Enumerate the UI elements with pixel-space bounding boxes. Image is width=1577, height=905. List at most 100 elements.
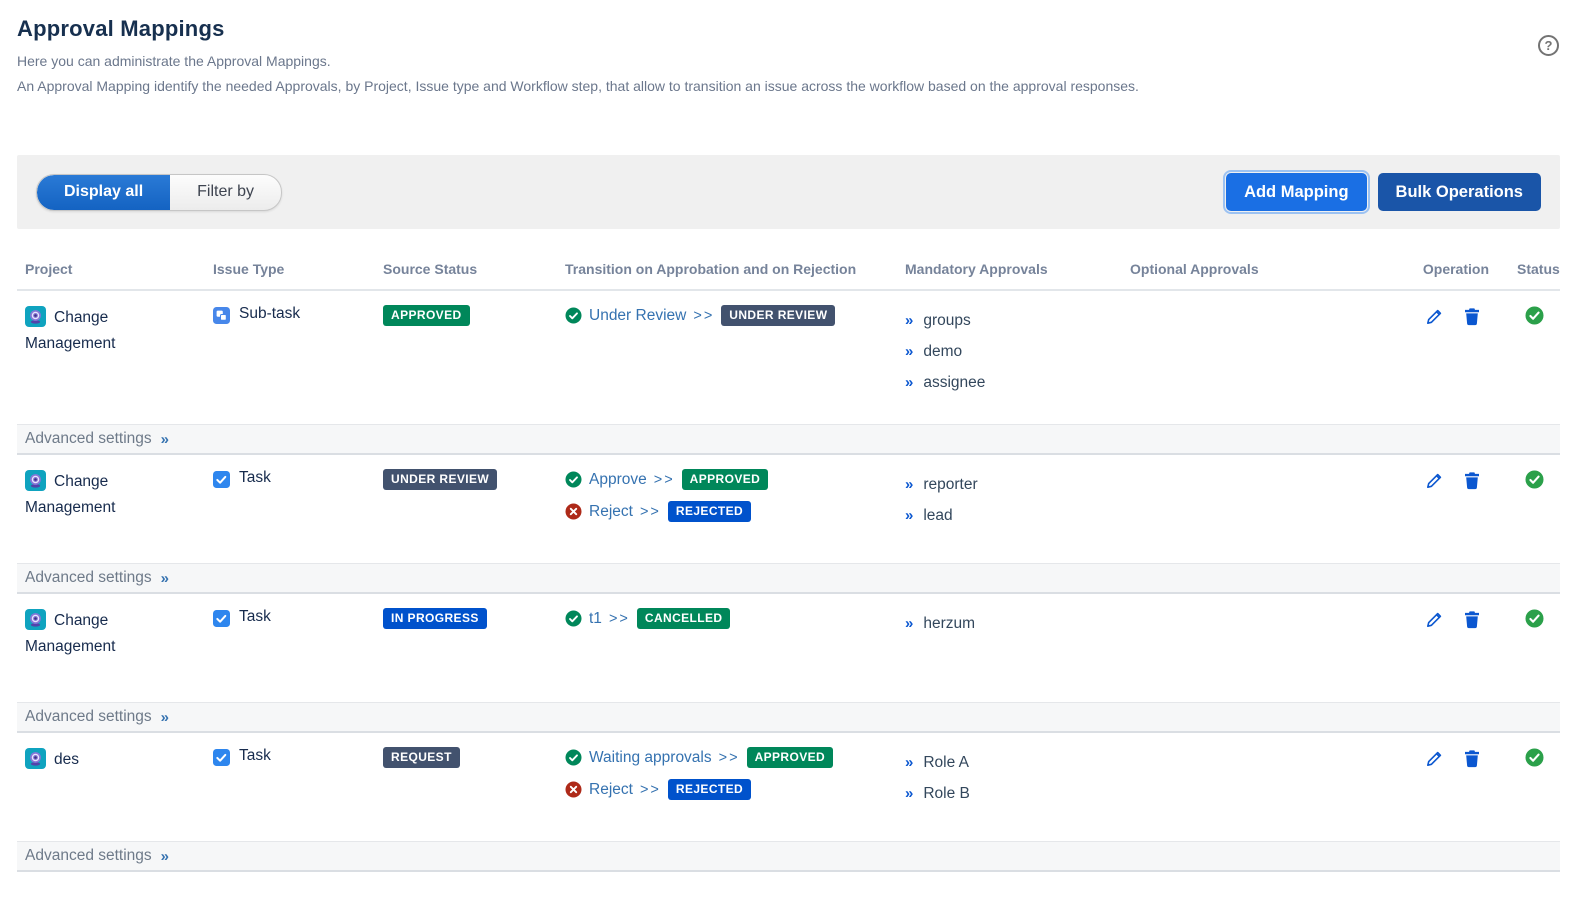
mandatory-approval-item: » groups [905, 305, 1114, 336]
column-header-mandatory-approvals: Mandatory Approvals [897, 249, 1122, 289]
transitions-cell: Approve>>APPROVEDReject>>REJECTED [557, 455, 897, 563]
column-header-issue-type: Issue Type [205, 249, 375, 289]
transition-line: Approve>>APPROVED [565, 469, 889, 490]
column-header-operation: Operation [1395, 249, 1497, 289]
transition-line: Under Review>>UNDER REVIEW [565, 305, 889, 326]
source-status-badge: APPROVED [383, 305, 470, 326]
mandatory-approvals-cell: »reporter»lead [897, 455, 1122, 563]
table-toolbar: Display all Filter by Add Mapping Bulk O… [17, 155, 1560, 229]
approval-name: herzum [923, 615, 975, 632]
project-avatar-icon [25, 306, 46, 327]
delete-button[interactable] [1463, 609, 1481, 629]
double-chevron-icon: » [905, 312, 913, 329]
edit-button[interactable] [1425, 306, 1444, 326]
mandatory-approval-item: » herzum [905, 608, 1114, 639]
bulk-operations-button[interactable]: Bulk Operations [1378, 173, 1541, 211]
filter-by-button[interactable]: Filter by [170, 175, 281, 210]
advanced-settings-row[interactable]: Advanced settings » [17, 563, 1560, 594]
reject-cross-icon [565, 781, 582, 798]
trash-icon [1463, 478, 1481, 493]
status-cell [1497, 455, 1560, 563]
trash-icon [1463, 617, 1481, 632]
approval-name: groups [923, 312, 970, 329]
project-cell: des [17, 733, 205, 841]
approve-check-icon [565, 307, 582, 324]
table-row: Change ManagementTaskIN PROGRESSt1>>CANC… [17, 594, 1560, 702]
issue-type-label: Task [239, 747, 271, 765]
transition-separator: >> [719, 750, 740, 766]
mandatory-approvals-cell: » herzum [897, 594, 1122, 702]
mappings-table-body: Change ManagementSub-taskAPPROVEDUnder R… [17, 291, 1560, 872]
status-check-icon [1525, 306, 1544, 398]
double-chevron-icon: » [161, 709, 169, 726]
delete-button[interactable] [1463, 306, 1481, 326]
delete-button[interactable] [1463, 470, 1481, 490]
source-status-cell: IN PROGRESS [375, 594, 557, 702]
transitions-cell: Under Review>>UNDER REVIEW [557, 291, 897, 424]
transitions-cell: Waiting approvals>>APPROVEDReject>>REJEC… [557, 733, 897, 841]
source-status-cell: APPROVED [375, 291, 557, 424]
status-cell [1497, 594, 1560, 702]
transition-link[interactable]: t1 [589, 610, 602, 628]
transition-line: Waiting approvals >> APPROVED [565, 747, 889, 768]
double-chevron-icon: » [161, 570, 169, 587]
transition-separator: >> [609, 611, 630, 627]
issue-type-label: Task [239, 469, 271, 487]
source-status-badge: IN PROGRESS [383, 608, 487, 629]
advanced-settings-row[interactable]: Advanced settings» [17, 424, 1560, 455]
transition-separator: >> [640, 782, 661, 798]
help-icon[interactable]: ? [1538, 35, 1559, 56]
advanced-settings-row[interactable]: Advanced settings» [17, 841, 1560, 872]
optional-approvals-cell [1122, 455, 1395, 563]
double-chevron-icon: » [161, 848, 169, 865]
edit-button[interactable] [1425, 470, 1444, 490]
pencil-icon [1425, 617, 1444, 632]
transition-target-badge: APPROVED [682, 469, 769, 490]
table-row: desTaskREQUESTWaiting approvals>>APPROVE… [17, 733, 1560, 841]
operation-cell [1395, 455, 1497, 563]
advanced-settings-row[interactable]: Advanced settings » [17, 702, 1560, 733]
double-chevron-icon: » [905, 615, 913, 632]
double-chevron-icon: » [905, 754, 913, 771]
transition-separator: >> [640, 504, 661, 520]
transition-line: Reject>>REJECTED [565, 501, 889, 522]
transition-target-badge: APPROVED [747, 747, 834, 768]
advanced-settings-label: Advanced settings [25, 708, 152, 726]
transition-link[interactable]: Reject [589, 503, 633, 521]
display-all-button[interactable]: Display all [37, 175, 170, 210]
advanced-settings-label: Advanced settings [25, 569, 152, 587]
column-header-status: Status [1497, 249, 1560, 289]
transition-link[interactable]: Under Review [589, 307, 686, 325]
mandatory-approvals-cell: » groups » demo »assignee [897, 291, 1122, 424]
edit-button[interactable] [1425, 609, 1444, 629]
issue-type-cell: Task [205, 594, 375, 702]
transition-link[interactable]: Approve [589, 471, 647, 489]
mandatory-approval-item: »assignee [905, 367, 1114, 398]
pencil-icon [1425, 314, 1444, 329]
task-icon [213, 471, 230, 488]
edit-button[interactable] [1425, 748, 1444, 768]
transition-line: t1>>CANCELLED [565, 608, 889, 629]
page-description-line2: An Approval Mapping identify the needed … [17, 74, 1560, 99]
double-chevron-icon: » [905, 374, 913, 391]
approval-name: demo [923, 343, 962, 360]
mandatory-approval-item: »reporter [905, 469, 1114, 500]
delete-button[interactable] [1463, 748, 1481, 768]
trash-icon [1463, 756, 1481, 771]
add-mapping-button[interactable]: Add Mapping [1226, 173, 1366, 211]
toolbar-actions: Add Mapping Bulk Operations [1226, 173, 1541, 211]
status-cell [1497, 291, 1560, 424]
transition-link[interactable]: Waiting approvals [589, 749, 712, 767]
issue-type-cell: Task [205, 733, 375, 841]
status-check-icon [1525, 609, 1544, 676]
project-cell: Change Management [17, 594, 205, 702]
table-row: Change ManagementSub-taskAPPROVEDUnder R… [17, 291, 1560, 424]
transition-link[interactable]: Reject [589, 781, 633, 799]
trash-icon [1463, 314, 1481, 329]
optional-approvals-cell [1122, 291, 1395, 424]
transition-line: Reject>>REJECTED [565, 779, 889, 800]
display-filter-toggle: Display all Filter by [36, 174, 282, 211]
issue-type-label: Task [239, 608, 271, 626]
transition-target-badge: UNDER REVIEW [721, 305, 835, 326]
project-cell: Change Management [17, 455, 205, 563]
